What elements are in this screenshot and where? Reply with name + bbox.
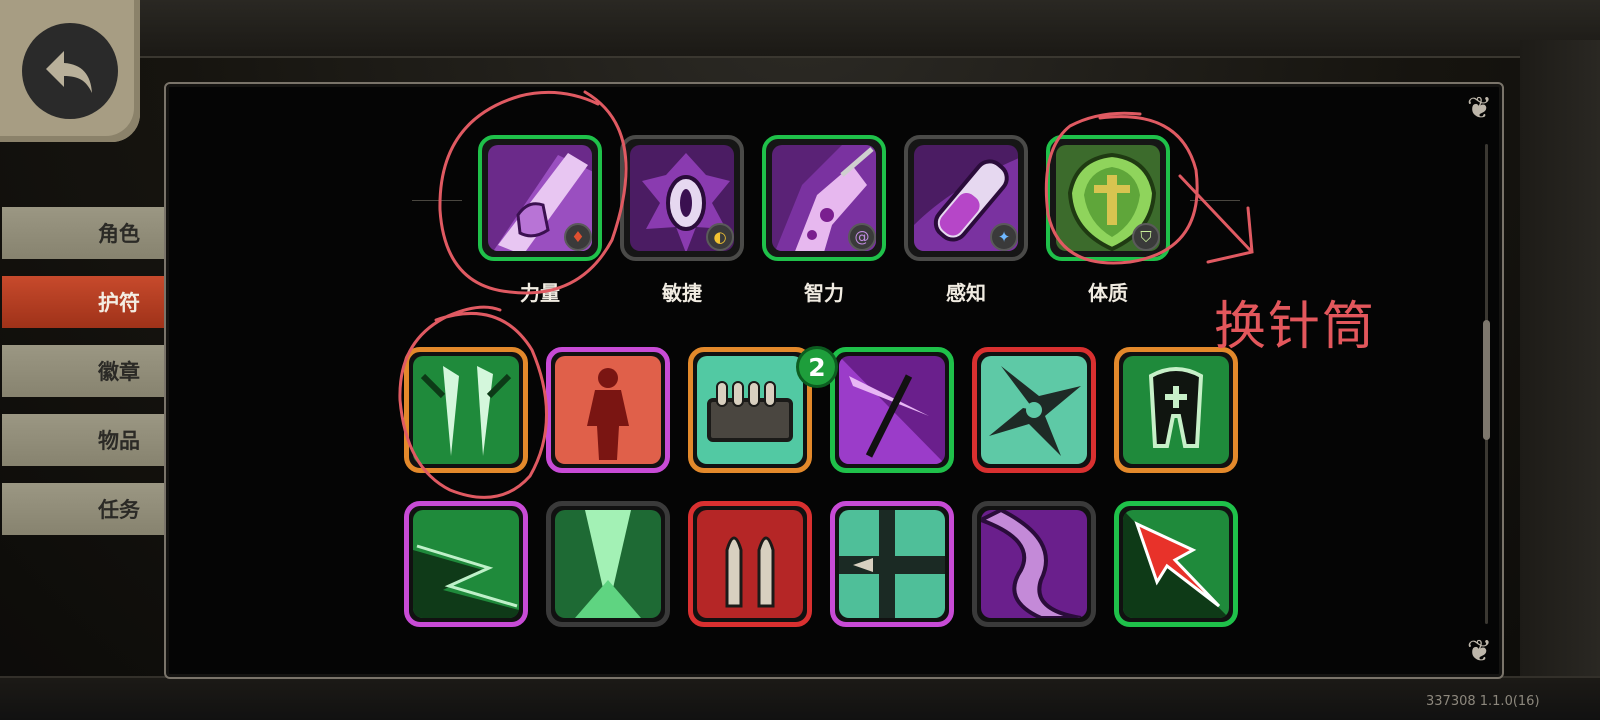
bottom-frame (0, 676, 1600, 720)
amulet-slot[interactable] (830, 501, 954, 627)
bullet-belt-icon (697, 356, 803, 464)
tab-label: 护符 (98, 291, 140, 315)
divider (412, 200, 462, 201)
shield-badge-icon: ⛉ (1132, 223, 1160, 251)
attribute-slot-strength[interactable]: ♦ (478, 135, 602, 261)
game-screen: 角色 护符 徽章 物品 任务 ❦ ❦ ♦ ◐ @ ✦ ⛉ 力量 敏捷 智力 感知… (0, 0, 1600, 720)
tab-label: 任务 (98, 498, 140, 522)
arrow-burst-icon (839, 356, 945, 464)
attribute-slot-intelligence[interactable]: @ (762, 135, 886, 261)
back-arrow-icon (22, 23, 118, 119)
version-label: 337308 1.1.0(16) (1426, 694, 1540, 709)
pacman-badge-icon: ◐ (706, 223, 734, 251)
amulet-slot[interactable] (972, 501, 1096, 627)
attribute-slot-constitution[interactable]: ⛉ (1046, 135, 1170, 261)
red-arrow-icon (1123, 510, 1229, 618)
sparkle-badge-icon: ✦ (990, 223, 1018, 251)
annotation-text: 换针筒 (1214, 297, 1377, 357)
tooth-cross-icon (1123, 356, 1229, 464)
amulet-slot[interactable] (830, 347, 954, 473)
shuriken-icon (981, 356, 1087, 464)
flame-badge-icon: ♦ (564, 223, 592, 251)
tab-label: 角色 (98, 222, 140, 246)
amulet-slot[interactable] (404, 347, 528, 473)
attribute-label: 体质 (1088, 281, 1128, 305)
amulet-slot[interactable] (1114, 501, 1238, 627)
attribute-label: 力量 (520, 281, 560, 305)
twin-bullets-icon (697, 510, 803, 618)
stack-count-badge: 2 (796, 346, 838, 388)
attribute-slot-agility[interactable]: ◐ (620, 135, 744, 261)
tentacle-icon (981, 510, 1087, 618)
divider (1190, 200, 1240, 201)
tab-label: 物品 (98, 429, 140, 453)
attribute-label: 敏捷 (662, 281, 702, 305)
amulet-slot[interactable] (688, 501, 812, 627)
right-frame (1520, 40, 1600, 690)
back-button[interactable] (0, 0, 140, 142)
amulet-slot[interactable] (546, 501, 670, 627)
amulet-slot[interactable] (546, 347, 670, 473)
top-frame (140, 0, 1600, 58)
ornament-icon: ❦ (1466, 91, 1492, 126)
amulet-slot[interactable] (972, 347, 1096, 473)
attribute-label: 感知 (946, 281, 986, 305)
attribute-slot-perception[interactable]: ✦ (904, 135, 1028, 261)
claws-icon (413, 356, 519, 464)
pipe-bullet-icon (839, 510, 945, 618)
green-splash-icon (555, 510, 661, 618)
amulet-slot[interactable] (1114, 347, 1238, 473)
attribute-label: 智力 (804, 281, 844, 305)
spiral-badge-icon: @ (848, 223, 876, 251)
amulet-slot[interactable] (688, 347, 812, 473)
red-figure-icon (555, 356, 661, 464)
scrollbar-thumb[interactable] (1483, 320, 1490, 440)
tab-label: 徽章 (98, 360, 140, 384)
lightning-icon (413, 510, 519, 618)
ornament-icon: ❦ (1466, 634, 1492, 669)
amulet-slot[interactable] (404, 501, 528, 627)
